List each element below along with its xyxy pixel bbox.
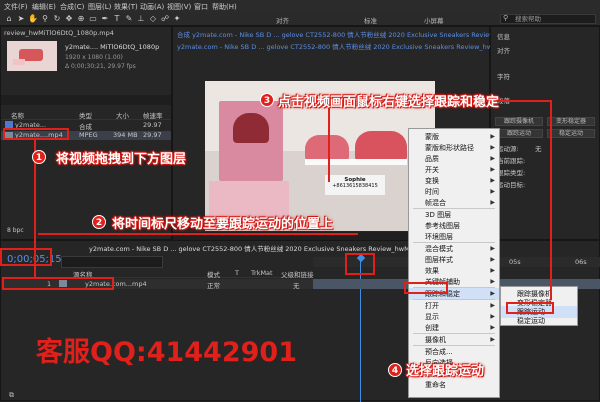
stamp-tool-icon[interactable]: ⊥	[136, 14, 146, 24]
toggle-switches-icon[interactable]: ⧉	[9, 391, 14, 400]
search-icon: ⚲	[503, 14, 509, 22]
menu-window[interactable]: 窗口	[194, 2, 208, 12]
step-2-badge: 2	[92, 215, 106, 229]
align-label[interactable]: 对齐	[276, 15, 289, 25]
watermark-text: 客服QQ:41442901	[36, 337, 297, 368]
rotate-tool-icon[interactable]: ↻	[52, 14, 62, 24]
layer-mode[interactable]: 正常	[207, 280, 220, 290]
file-dimensions: 1920 x 1080 (1.00)	[65, 54, 123, 61]
workspace-standard[interactable]: 标准	[364, 15, 377, 25]
track-camera-button[interactable]: 跟踪摄像机	[495, 117, 543, 126]
composition-tab[interactable]: 合成 y2mate.com - Nike SB D ... gelove CT2…	[177, 29, 515, 39]
file-name: y2mate.... MiTlO6DtQ_1080p	[65, 43, 160, 51]
project-search-row[interactable]	[1, 95, 171, 105]
drag-source-highlight	[3, 128, 69, 140]
step-1-badge: 1	[32, 150, 46, 164]
menu-help[interactable]: 帮助(H)	[212, 2, 237, 12]
submenu-stabilize-motion[interactable]: 稳定运动	[501, 315, 577, 327]
step-4-badge: 4	[388, 363, 402, 377]
menu-animation[interactable]: 动画(A)	[140, 2, 164, 12]
select-tool-icon[interactable]: ➤	[16, 14, 26, 24]
track-stabilize-highlight	[404, 282, 448, 294]
file-duration: Δ 0;00;30;21, 29.97 fps	[65, 63, 136, 70]
step2-line	[38, 233, 358, 235]
timeline-tab[interactable]: y2mate.com - Nike SB D ... gelove CT2552…	[89, 243, 463, 253]
project-thumbnail	[7, 41, 57, 71]
signature-card: Sophie +8613615838415	[325, 175, 385, 195]
layer-parent[interactable]: 无	[293, 280, 300, 290]
zoom-tool-icon[interactable]: ⚲	[40, 14, 50, 24]
context-menu: 蒙版 ▶ 蒙版和形状路径 ▶ 品质 ▶ 开关 ▶ 变换 ▶ 时间 ▶ 帧混合 ▶ 3D 图层 参考线图层 环境图…	[408, 128, 500, 398]
project-columns: 名称 类型 大小 帧速率	[1, 110, 171, 120]
character-tab[interactable]: 字符	[497, 71, 510, 81]
context-menu-item[interactable]: 重命名	[409, 379, 499, 391]
step3-line	[328, 108, 330, 182]
roto-tool-icon[interactable]: ☍	[160, 14, 170, 24]
camera-tool-icon[interactable]: ✥	[64, 14, 74, 24]
rect-tool-icon[interactable]: ▭	[88, 14, 98, 24]
step3-right-line	[550, 100, 552, 300]
step-3-annotation: 点击视频画面鼠标右键选择跟踪和稳定	[278, 95, 500, 110]
type-tool-icon[interactable]: T	[112, 14, 122, 24]
puppet-tool-icon[interactable]: ✦	[172, 14, 182, 24]
right-panel: 信息 对齐 字符 段落 跟踪摄像机 变形稳定器 跟踪运动 稳定运动 运动源: 无…	[490, 26, 600, 240]
step-3-badge: 3	[260, 93, 274, 107]
step-1-annotation: 将视频拖拽到下方图层	[56, 152, 187, 167]
pan-tool-icon[interactable]: ⊕	[76, 14, 86, 24]
menu-bar: 文件(F) 编辑(E) 合成(C) 图层(L) 效果(T) 动画(A) 视图(V…	[0, 0, 600, 14]
menu-composition[interactable]: 合成(C)	[60, 2, 84, 12]
track-motion-button[interactable]: 跟踪运动	[495, 129, 543, 138]
align-tab[interactable]: 对齐	[497, 45, 510, 55]
hand-tool-icon[interactable]: ✋	[28, 14, 38, 24]
layer-target-highlight	[2, 277, 114, 290]
menu-view[interactable]: 视图(V)	[167, 2, 191, 12]
step-4-annotation: 选择跟踪运动	[406, 364, 485, 379]
timecode-highlight	[0, 248, 52, 266]
playhead-highlight	[345, 253, 375, 275]
step-2-annotation: 将时间标尺移动至要跟踪运动的位置上	[112, 217, 334, 232]
project-tab[interactable]: review_hwMiTlO6DtQ_1080p.mp4	[4, 29, 114, 37]
workspace-small-screen[interactable]: 小屏幕	[424, 15, 444, 25]
right-sneaker	[355, 131, 407, 161]
eraser-tool-icon[interactable]: ◇	[148, 14, 158, 24]
menu-effect[interactable]: 效果(T)	[114, 2, 138, 12]
menu-layer[interactable]: 图层(L)	[88, 2, 111, 12]
info-tab[interactable]: 信息	[497, 31, 510, 41]
home-icon[interactable]: ⌂	[4, 14, 14, 24]
timeline-search-input[interactable]	[61, 256, 163, 268]
pen-tool-icon[interactable]: ✒	[100, 14, 110, 24]
stabilize-motion-button[interactable]: 稳定运动	[547, 129, 595, 138]
left-sneaker	[305, 135, 349, 161]
search-help-input[interactable]: 搜索帮助	[500, 14, 596, 24]
motion-source-select[interactable]: 无	[535, 143, 542, 153]
heart-lid	[233, 113, 269, 143]
brush-tool-icon[interactable]: ✎	[124, 14, 134, 24]
menu-file[interactable]: 文件(F)	[4, 2, 28, 12]
menu-edit[interactable]: 编辑(E)	[32, 2, 56, 12]
warp-stabilizer-button[interactable]: 变形稳定器	[547, 117, 595, 126]
track-motion-highlight	[506, 302, 554, 314]
bpc-label[interactable]: 8 bpc	[7, 227, 24, 234]
